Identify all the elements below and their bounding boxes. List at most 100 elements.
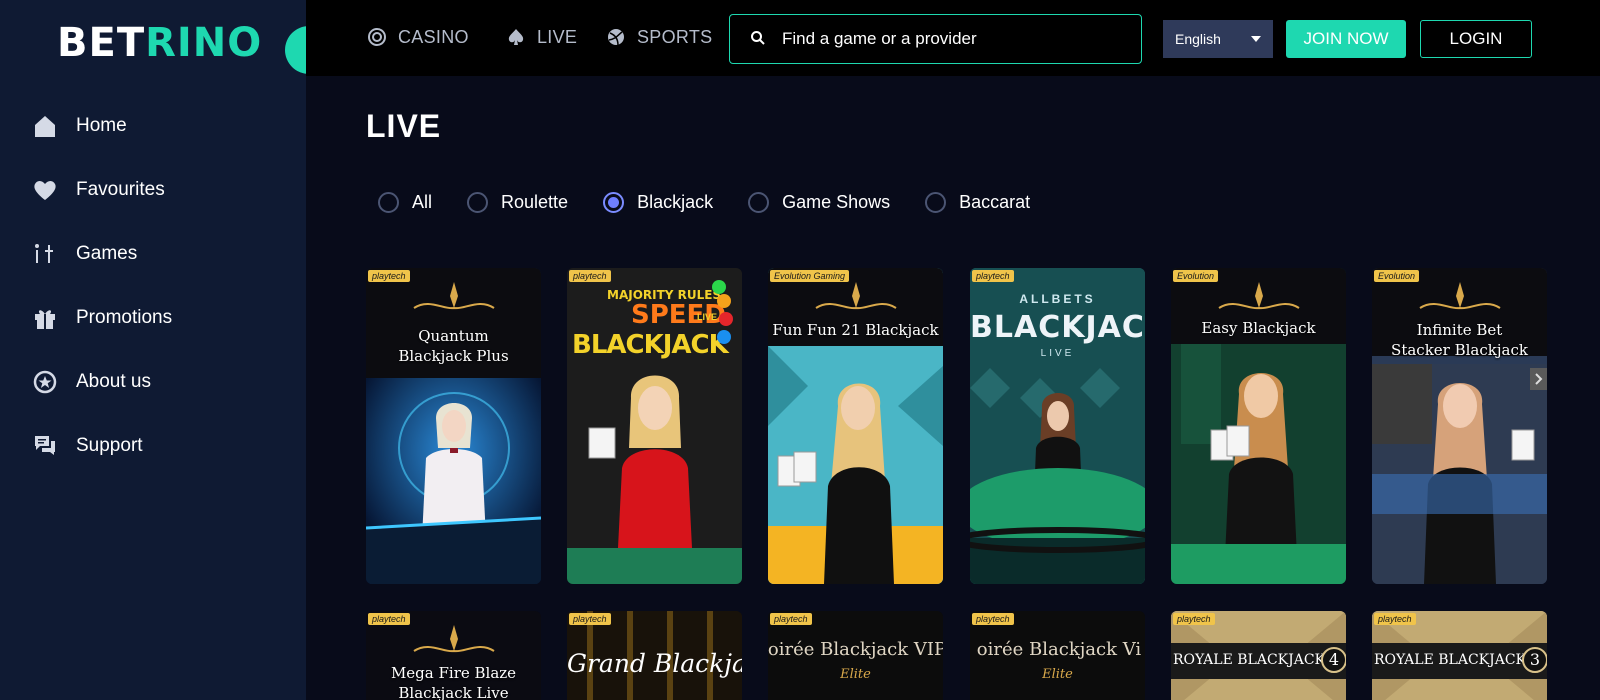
table-number-badge: 3	[1522, 647, 1547, 673]
card-title: oirée Blackjack VIP	[768, 639, 943, 660]
status-dot	[719, 312, 733, 326]
card-subtitle: Elite	[840, 667, 871, 682]
filter-roulette[interactable]: Roulette	[467, 192, 568, 213]
radio-button[interactable]	[467, 192, 489, 213]
radio-button[interactable]	[378, 192, 399, 213]
provider-badge: playtech	[1173, 613, 1215, 625]
sidebar-item-label: Promotions	[76, 307, 173, 328]
card-title: oirée Blackjack Vi	[976, 639, 1142, 660]
sidebar-item-promotions[interactable]: Promotions	[0, 286, 306, 350]
sidebar-item-favourites[interactable]: Favourites	[0, 158, 306, 222]
game-card-easy-blackjack[interactable]: Evolution Easy Blackjack	[1171, 268, 1346, 584]
provider-badge: playtech	[569, 613, 611, 625]
sidebar-item-support[interactable]: Support	[0, 414, 306, 478]
filter-label: Baccarat	[959, 192, 1031, 212]
top-header: CASINO LIVE SPORTS English JOIN NOW LOGI…	[306, 0, 1600, 76]
sidebar-item-games[interactable]: Games	[0, 222, 306, 286]
game-card-infinite-bet-stacker-blackjack[interactable]: Evolution Infinite Bet Stacker Blackjack	[1372, 268, 1547, 584]
sidebar-nav: Home Favourites Games Promotions About u…	[0, 94, 306, 478]
star-circle-icon	[30, 367, 60, 397]
filter-label: Roulette	[501, 192, 569, 212]
game-card-soiree-blackjack-vi[interactable]: playtech oirée Blackjack Vi Elite	[970, 611, 1145, 700]
sidebar-item-label: Home	[76, 115, 127, 136]
status-dot	[717, 294, 731, 308]
radio-button-selected[interactable]	[603, 192, 625, 213]
ornament-icon	[1418, 282, 1501, 310]
card-title: Easy Blackjack	[1201, 319, 1316, 337]
game-card-mega-fire-blaze-blackjack[interactable]: playtech Mega Fire Blaze Blackjack Live	[366, 611, 541, 700]
nav-label: LIVE	[537, 26, 578, 47]
casino-chip-icon	[366, 26, 388, 48]
card-title: ROYALE BLACKJACK	[1173, 652, 1326, 668]
sidebar-item-about-us[interactable]: About us	[0, 350, 306, 414]
card-title: Mega Fire Blaze Blackjack Live	[390, 664, 517, 700]
chevron-down-icon	[1251, 36, 1261, 42]
live-badge: LIVE	[697, 312, 718, 322]
chat-icon	[30, 431, 60, 461]
provider-badge: playtech	[1374, 613, 1416, 625]
card-title: Grand Blackjack	[567, 649, 742, 678]
gift-icon	[30, 303, 60, 333]
radio-button[interactable]	[925, 192, 947, 213]
search-box[interactable]	[729, 14, 1142, 64]
nav-live[interactable]: LIVE	[505, 26, 577, 48]
spade-icon	[505, 26, 527, 48]
ornament-icon	[412, 282, 495, 310]
brand-logo[interactable]: BETRINO	[57, 20, 262, 66]
login-button[interactable]: LOGIN	[1420, 20, 1532, 58]
dealer-image	[768, 346, 943, 584]
provider-badge: playtech	[770, 613, 812, 625]
game-card-grand-blackjack[interactable]: playtech Grand Blackjack	[567, 611, 742, 700]
language-value: English	[1175, 31, 1221, 47]
game-card-quantum-blackjack-plus[interactable]: playtech Quantum Blackjack Plus	[366, 268, 541, 584]
card-title: BLACKJACK	[970, 310, 1145, 345]
table-number-badge: 4	[1321, 647, 1346, 673]
provider-badge: playtech	[972, 270, 1014, 282]
sidebar: BETRINO Home Favourites Games Promotions	[0, 0, 306, 700]
radio-button[interactable]	[748, 192, 770, 213]
card-title: Fun Fun 21 Blackjack	[772, 321, 939, 339]
nav-sports[interactable]: SPORTS	[605, 26, 713, 48]
sidebar-item-label: Favourites	[76, 179, 165, 200]
page-title: LIVE	[366, 108, 442, 144]
games-icon	[30, 239, 60, 269]
nav-label: CASINO	[398, 26, 469, 47]
dealer-image	[1171, 344, 1346, 584]
filter-label: Game Shows	[782, 192, 891, 212]
game-card-fun-fun-21-blackjack[interactable]: Evolution Gaming Fun Fun 21 Blackjack	[768, 268, 943, 584]
ball-icon	[605, 26, 627, 48]
filter-blackjack[interactable]: Blackjack	[603, 192, 713, 213]
card-title: Infinite Bet Stacker Blackjack	[1391, 321, 1528, 359]
card-title-line: BLACKJACK	[572, 330, 729, 360]
sidebar-item-label: Games	[76, 243, 138, 264]
nav-label: SPORTS	[637, 26, 713, 47]
ornament-icon	[1217, 282, 1300, 310]
nav-casino[interactable]: CASINO	[366, 26, 469, 48]
filter-game-shows[interactable]: Game Shows	[748, 192, 890, 213]
filter-baccarat[interactable]: Baccarat	[925, 192, 1030, 213]
chevron-right-icon[interactable]	[1530, 368, 1547, 390]
join-now-button[interactable]: JOIN NOW	[1286, 20, 1406, 58]
game-card-royale-blackjack-4[interactable]: playtech ROYALE BLACKJACK 4	[1171, 611, 1346, 700]
home-icon	[30, 111, 60, 141]
game-card-soiree-blackjack-vip[interactable]: playtech oirée Blackjack VIP Elite	[768, 611, 943, 700]
live-label: LIVE	[1040, 348, 1075, 359]
sidebar-item-home[interactable]: Home	[0, 94, 306, 158]
search-input[interactable]	[782, 29, 1122, 49]
status-dot	[712, 280, 726, 294]
status-dot	[717, 330, 731, 344]
heart-icon	[30, 175, 60, 205]
search-icon	[750, 30, 768, 48]
dealer-image	[1372, 364, 1547, 584]
card-title: ROYALE BLACKJACK	[1374, 652, 1527, 668]
provider-badge: playtech	[972, 613, 1014, 625]
game-card-royale-blackjack-3[interactable]: playtech ROYALE BLACKJACK 3	[1372, 611, 1547, 700]
game-card-allbets-blackjack[interactable]: playtech ALLBETS BLACKJACK LIVE	[970, 268, 1145, 584]
card-subtitle: Elite	[1042, 667, 1073, 682]
filter-all[interactable]: All	[378, 192, 432, 213]
dealer-image	[366, 378, 541, 584]
provider-badge: playtech	[569, 270, 611, 282]
language-select[interactable]: English	[1163, 20, 1273, 58]
category-filters: All Roulette Blackjack Game Shows Baccar…	[378, 192, 1065, 213]
game-card-speed-blackjack[interactable]: playtech MAJORITY RULES SPEED BLACKJACK …	[567, 268, 742, 584]
